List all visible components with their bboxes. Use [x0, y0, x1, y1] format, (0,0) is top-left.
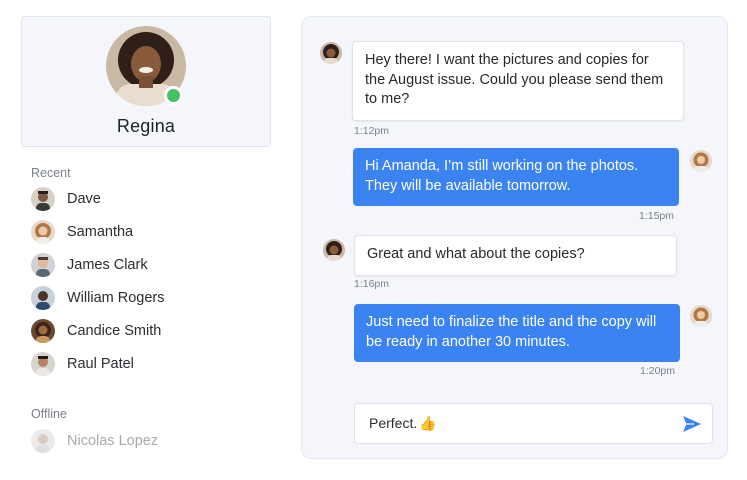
- contact-item-james-clark[interactable]: James Clark: [31, 252, 261, 278]
- send-icon: [683, 415, 701, 432]
- message-input-text: Perfect.: [369, 415, 418, 431]
- message-composer[interactable]: Perfect. 👍: [354, 403, 713, 444]
- message-timestamp: 1:20pm: [640, 365, 676, 377]
- sender-avatar: [323, 239, 345, 261]
- offline-section-label: Offline: [31, 407, 67, 421]
- profile-card: Regina: [21, 16, 271, 147]
- contact-item-samantha[interactable]: Samantha: [31, 219, 261, 245]
- avatar: [31, 352, 55, 376]
- sender-avatar: [690, 305, 712, 327]
- avatar: [31, 187, 55, 211]
- avatar: [31, 429, 55, 453]
- message-timestamp: 1:12pm: [354, 125, 390, 137]
- contact-name: James Clark: [67, 257, 148, 273]
- thumbs-up-emoji: 👍: [419, 415, 437, 431]
- avatar: [31, 286, 55, 310]
- chat-panel: Hey there! I want the pictures and copie…: [301, 16, 728, 459]
- recent-section-label: Recent: [31, 166, 71, 180]
- avatar: [31, 253, 55, 277]
- message-timestamp: 1:15pm: [639, 210, 675, 222]
- message-bubble-incoming: Great and what about the copies?: [354, 235, 677, 276]
- contact-name: Samantha: [67, 224, 134, 240]
- contact-name: Dave: [67, 191, 101, 207]
- contact-item-dave[interactable]: Dave: [31, 186, 261, 212]
- contact-name: Nicolas Lopez: [67, 433, 159, 449]
- contact-name: Raul Patel: [67, 356, 134, 372]
- message-bubble-incoming: Hey there! I want the pictures and copie…: [352, 41, 684, 121]
- online-status-dot: [164, 86, 183, 105]
- contact-item-candice-smith[interactable]: Candice Smith: [31, 318, 261, 344]
- sender-avatar: [690, 150, 712, 172]
- contact-name: William Rogers: [67, 290, 165, 306]
- avatar: [31, 319, 55, 343]
- message-bubble-outgoing: Just need to finalize the title and the …: [354, 304, 680, 362]
- message-bubble-outgoing: Hi Amanda, I’m still working on the phot…: [353, 148, 679, 206]
- message-input[interactable]: Perfect. 👍: [355, 415, 672, 432]
- contact-name: Candice Smith: [67, 323, 162, 339]
- contact-item-william-rogers[interactable]: William Rogers: [31, 285, 261, 311]
- message-timestamp: 1:16pm: [354, 278, 390, 290]
- contact-item-raul-patel[interactable]: Raul Patel: [31, 351, 261, 377]
- avatar: [31, 220, 55, 244]
- send-button[interactable]: [672, 404, 712, 444]
- profile-name: Regina: [116, 116, 176, 136]
- contact-item-nicolas-lopez[interactable]: Nicolas Lopez: [31, 428, 261, 454]
- sender-avatar: [320, 42, 342, 64]
